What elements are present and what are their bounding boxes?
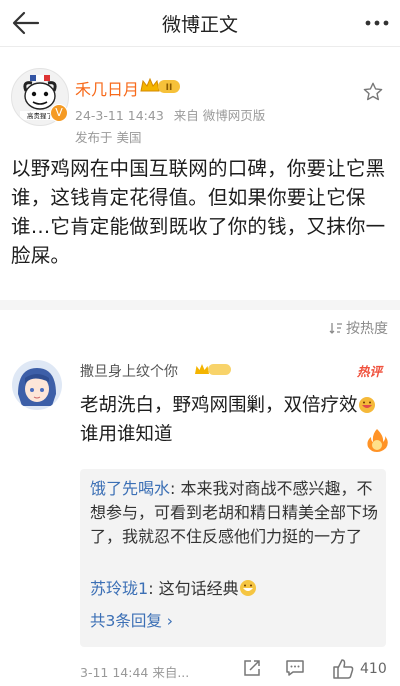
reply-author[interactable]: 饿了先喝水 — [90, 479, 170, 498]
sort-icon — [329, 323, 342, 334]
commenter-vip-badge — [195, 364, 231, 375]
post-location: 发布于 美国 — [75, 130, 142, 145]
commenter-avatar[interactable] — [12, 360, 62, 410]
grinning-emoji-icon — [358, 397, 375, 413]
thumbs-up-icon[interactable] — [332, 658, 354, 680]
sort-label: 按热度 — [346, 321, 388, 337]
post-source[interactable]: 来自 微博网页版 — [174, 108, 265, 123]
comment-time: 3-11 14:44 来自... — [80, 665, 190, 680]
section-divider — [0, 300, 400, 310]
like-count: 410 — [360, 661, 387, 677]
reply-item[interactable]: 苏玲珑1: 这句话经典 — [90, 577, 380, 601]
more-options-icon[interactable] — [364, 10, 390, 36]
hot-comment-tag: 热评 — [356, 364, 382, 379]
anime-avatar-image — [12, 360, 62, 410]
page-title: 微博正文 — [161, 14, 238, 36]
author-name[interactable]: 禾几日月 — [75, 76, 139, 100]
grinning-emoji-icon — [239, 580, 256, 596]
comment-text: 老胡洗白，野鸡网围剿，双倍疗效谁用谁知道 — [80, 391, 380, 449]
replies-box[interactable]: 饿了先喝水: 本来我对商战不感兴趣，不想参与，可看到老胡和精日精美全部下场了，我… — [80, 469, 386, 647]
vip-crown-badge: II — [140, 77, 180, 93]
comment-footer: 3-11 14:44 来自... 410 — [80, 658, 392, 682]
comment-icon[interactable] — [285, 658, 305, 678]
reply-text: : 这句话经典 — [148, 579, 239, 598]
verified-badge: V — [50, 104, 68, 122]
comment-text-part1: 老胡洗白，野鸡网围剿，双倍疗效 — [80, 395, 358, 416]
post-body-text: 以野鸡网在中国互联网的口碑，你要让它黑谁，这钱肯定花得值。但如果你要让它保谁…它… — [11, 157, 386, 267]
fire-emoji-icon — [367, 429, 388, 452]
view-more-replies-link[interactable]: 共3条回复 › — [90, 609, 173, 631]
vip-level: II — [166, 83, 173, 93]
post-meta: 24-3-11 14:43 来自 微博网页版 — [75, 105, 275, 124]
commenter-name[interactable]: 撒旦身上纹个你 — [80, 361, 178, 381]
comment-text-part2: 谁用谁知道 — [80, 424, 173, 445]
reply-item[interactable]: 饿了先喝水: 本来我对商战不感兴趣，不想参与，可看到老胡和精日精美全部下场了，我… — [90, 477, 380, 549]
share-icon[interactable] — [242, 658, 262, 678]
star-icon[interactable] — [362, 81, 384, 103]
post-date: 24-3-11 14:43 — [75, 108, 164, 123]
reply-author[interactable]: 苏玲珑1 — [90, 579, 148, 598]
sort-toggle[interactable]: 按热度 — [329, 318, 388, 338]
